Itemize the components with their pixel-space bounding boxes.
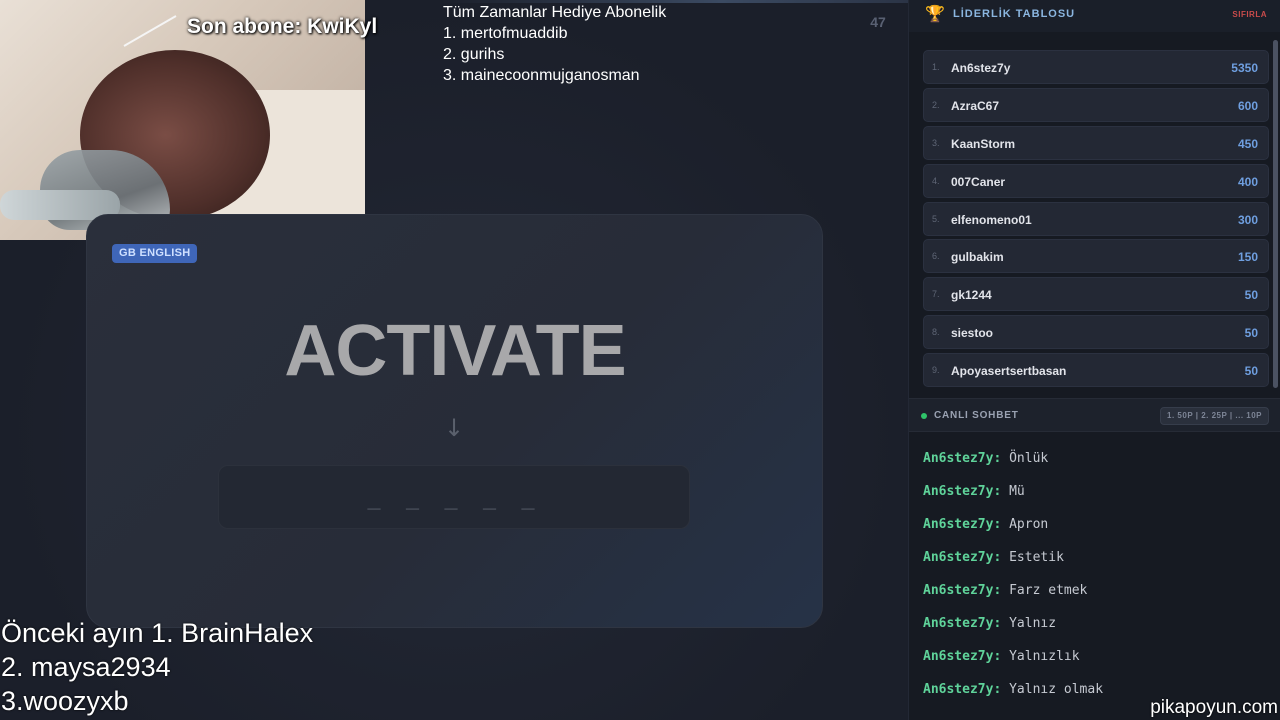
answer-input[interactable]: _ _ _ _ _ [218, 465, 690, 529]
leaderboard-row: 3. KaanStorm 450 [923, 125, 1269, 160]
chat-username: An6stez7y: [923, 649, 1002, 664]
points-info-badge: 1. 50P | 2. 25P | ... 10P [1160, 407, 1269, 425]
sidebar: 🏆 LİDERLİK TABLOSU SIFIRLA 1. An6stez7y … [908, 0, 1280, 720]
chat-username: An6stez7y: [923, 484, 1002, 499]
leaderboard-row: 8. siestoo 50 [923, 315, 1269, 350]
gift-list-item: 2. gurihs [443, 46, 505, 63]
leaderboard-row: 6. gulbakim 150 [923, 239, 1269, 274]
leaderboard-score: 50 [1244, 288, 1258, 303]
leaderboard-title: LİDERLİK TABLOSU [953, 8, 1076, 20]
leaderboard-row: 4. 007Caner 400 [923, 163, 1269, 198]
chat-text: Mü [1009, 484, 1025, 499]
arrow-down-icon: ↓ [443, 414, 465, 442]
leaderboard-name: gk1244 [951, 288, 992, 303]
leaderboard-name: siestoo [951, 326, 994, 341]
gift-list-item: 1. mertofmuaddib [443, 25, 568, 42]
chat-message: An6stez7y: Farz etmek [923, 583, 1273, 616]
chat-message: An6stez7y: Yalnız [923, 616, 1273, 649]
chat-message: An6stez7y: Yalnızlık [923, 649, 1273, 682]
leaderboard-rank: 2. [932, 99, 940, 110]
leaderboard-name: AzraC67 [951, 98, 1000, 113]
chat-username: An6stez7y: [923, 583, 1002, 598]
chat-message: An6stez7y: Estetik [923, 550, 1273, 583]
leaderboard-row: 5. elfenomeno01 300 [923, 201, 1269, 236]
chat-text: Yalnız olmak [1009, 682, 1104, 697]
leaderboard-rank: 3. [932, 137, 940, 148]
leaderboard-row: 7. gk1244 50 [923, 277, 1269, 312]
leaderboard-score: 150 [1237, 250, 1258, 265]
chat-text: Estetik [1009, 550, 1064, 565]
reset-button[interactable]: SIFIRLA [1232, 10, 1267, 19]
chat-text: Önlük [1009, 451, 1049, 466]
previous-month-list: Önceki ayın 1. BrainHalex 2. maysa2934 3… [1, 616, 313, 718]
leaderboard-rank: 8. [932, 327, 940, 338]
previous-month-line: Önceki ayın 1. BrainHalex [1, 618, 314, 648]
leaderboard-row: 2. AzraC67 600 [923, 87, 1269, 122]
leaderboard-score: 50 [1244, 326, 1258, 341]
leaderboard-header: 🏆 LİDERLİK TABLOSU SIFIRLA [909, 0, 1280, 32]
previous-month-line: 2. maysa2934 [1, 652, 171, 682]
leaderboard-rank: 6. [932, 251, 940, 262]
chat-username: An6stez7y: [923, 517, 1002, 532]
target-word: ACTIVATE [284, 311, 626, 391]
round-counter: 47 [870, 14, 886, 30]
leaderboard-score: 450 [1237, 136, 1258, 151]
chat-message: An6stez7y: Mü [923, 484, 1273, 517]
leaderboard-name: An6stez7y [951, 61, 1011, 75]
leaderboard-name: gulbakim [951, 250, 1004, 265]
chat-text: Apron [1009, 517, 1049, 532]
chat-username: An6stez7y: [923, 550, 1002, 565]
leaderboard-scroll-thumb[interactable] [1273, 40, 1278, 388]
leaderboard-scrollbar[interactable] [1273, 40, 1278, 388]
leaderboard-rank: 5. [932, 213, 940, 224]
leaderboard-score: 600 [1237, 98, 1258, 113]
chat-message: An6stez7y: Önlük [923, 451, 1273, 484]
chat-username: An6stez7y: [923, 451, 1002, 466]
leaderboard-rank: 1. [932, 62, 940, 72]
leaderboard-name: Apoyasertsertbasan [951, 364, 1067, 379]
leaderboard-name: elfenomeno01 [951, 212, 1032, 227]
leaderboard-rank: 4. [932, 175, 940, 186]
previous-month-line: 3.woozyxb [1, 686, 129, 716]
leaderboard-score: 300 [1237, 212, 1258, 227]
live-indicator-icon [921, 413, 927, 419]
gift-list-item: 3. mainecoonmujganosman [443, 67, 640, 84]
leaderboard-name: 007Caner [951, 174, 1006, 189]
chat-username: An6stez7y: [923, 682, 1002, 697]
leaderboard-row: 9. Apoyasertsertbasan 50 [923, 353, 1269, 388]
last-subscriber-label: Son abone: KwiKyl [187, 15, 378, 38]
leaderboard-score: 5350 [1231, 61, 1258, 75]
gift-subscription-list: Tüm Zamanlar Hediye Abonelik 1. mertofmu… [443, 2, 666, 86]
leaderboard-score: 50 [1244, 364, 1258, 379]
chat-title: CANLI SOHBET [934, 410, 1019, 421]
trophy-icon: 🏆 [925, 4, 945, 23]
chat-message-list: An6stez7y: Önlük An6stez7y: Mü An6stez7y… [923, 451, 1273, 715]
chat-username: An6stez7y: [923, 616, 1002, 631]
gift-list-title: Tüm Zamanlar Hediye Abonelik [443, 4, 667, 21]
chat-text: Yalnızlık [1009, 649, 1080, 664]
leaderboard-rank: 9. [932, 365, 940, 376]
leaderboard-rank: 7. [932, 289, 940, 300]
leaderboard-row: 1. An6stez7y 5350 [923, 50, 1269, 84]
site-watermark: pikapoyun.com [1150, 697, 1278, 718]
chat-header: CANLI SOHBET 1. 50P | 2. 25P | ... 10P [909, 398, 1280, 432]
chat-text: Yalnız [1009, 616, 1057, 631]
chat-message: An6stez7y: Apron [923, 517, 1273, 550]
webcam-cable [123, 15, 177, 47]
chat-text: Farz etmek [1009, 583, 1088, 598]
leaderboard-list: 1. An6stez7y 5350 2. AzraC67 600 3. Kaan… [923, 50, 1269, 391]
leaderboard-name: KaanStorm [951, 136, 1016, 151]
leaderboard-score: 400 [1237, 174, 1258, 189]
language-badge[interactable]: GB ENGLISH [112, 244, 198, 263]
